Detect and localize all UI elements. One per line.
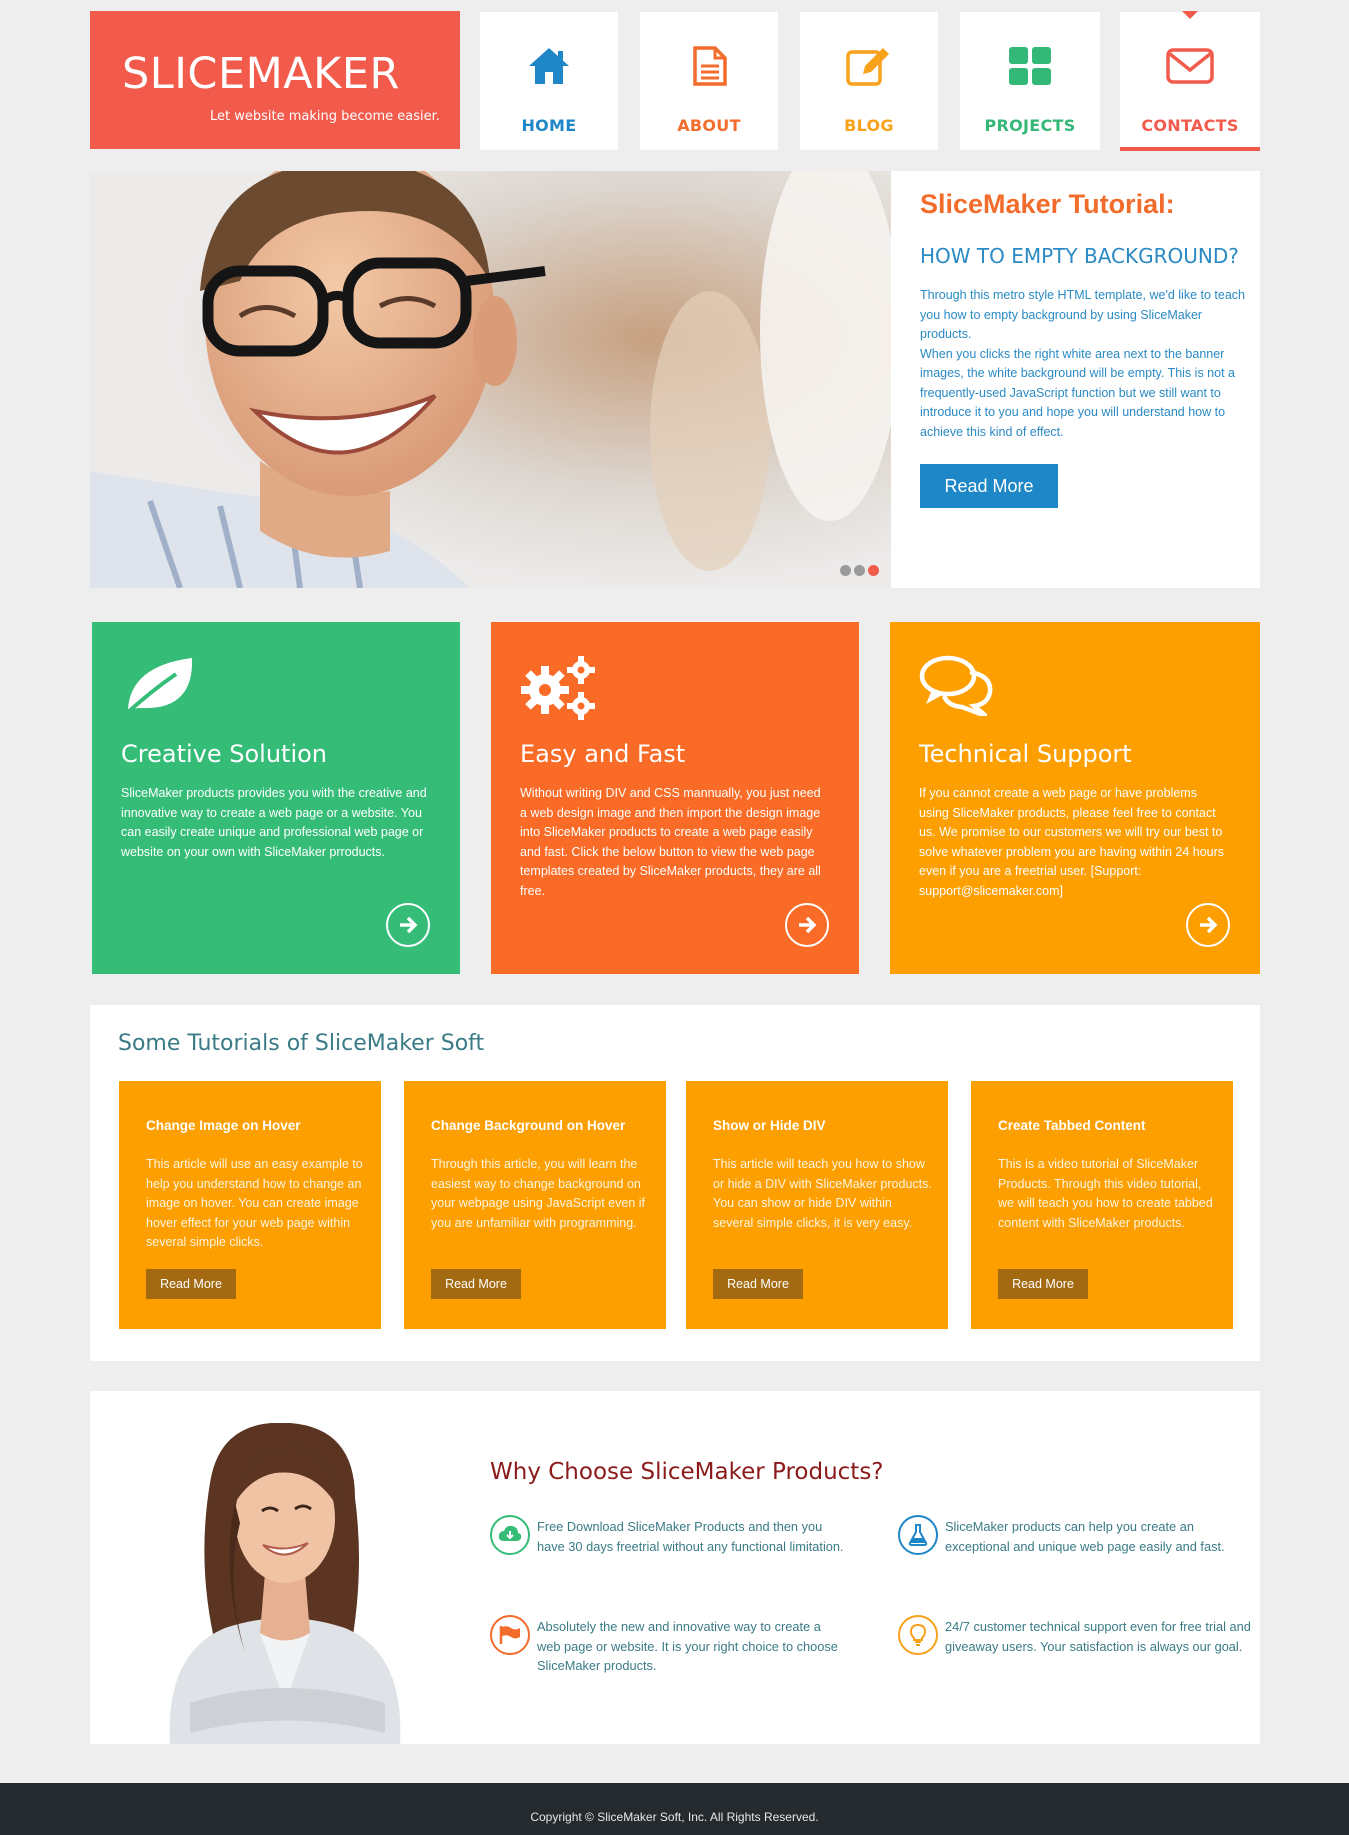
nav-projects[interactable]: PROJECTS — [960, 12, 1100, 150]
feature-title: Creative Solution — [121, 740, 328, 768]
banner-body: Through this metro style HTML template, … — [920, 288, 1245, 439]
flag-icon — [490, 1615, 530, 1655]
banner-text-panel[interactable]: SliceMaker Tutorial: HOW TO EMPTY BACKGR… — [891, 171, 1260, 588]
banner-man-illustration — [90, 171, 891, 588]
logo-title: SLICEMAKER — [122, 49, 400, 99]
document-icon — [640, 46, 778, 86]
feature-title: Technical Support — [919, 740, 1132, 768]
slide-dot-active[interactable] — [868, 565, 879, 576]
slide-dot[interactable] — [854, 565, 865, 576]
why-heading: Why Choose SliceMaker Products? — [490, 1459, 884, 1485]
tutorial-title: Show or Hide DIV — [713, 1118, 826, 1133]
footer: Copyright © SliceMaker Soft, Inc. All Ri… — [0, 1783, 1349, 1835]
tutorial-body: This article will use an easy example to… — [146, 1157, 363, 1250]
leaf-icon — [120, 652, 200, 722]
tutorial-title: Change Background on Hover — [431, 1118, 626, 1133]
gears-icon — [519, 652, 599, 722]
why-item-text: Absolutely the new and innovative way to… — [537, 1619, 838, 1673]
tutorials-heading: Some Tutorials of SliceMaker Soft — [118, 1031, 485, 1056]
nav-about-label: ABOUT — [677, 116, 741, 135]
cloud-download-icon — [490, 1515, 530, 1555]
tutorial-read-more-button[interactable]: Read More — [431, 1269, 521, 1299]
tutorial-read-more-button[interactable]: Read More — [146, 1269, 236, 1299]
logo-tagline: Let website making become easier. — [210, 109, 440, 124]
tutorial-body: Through this article, you will learn the… — [431, 1157, 646, 1230]
slide-indicators — [840, 565, 879, 576]
nav-about[interactable]: ABOUT — [640, 12, 778, 150]
arrow-right-icon[interactable] — [386, 903, 430, 947]
mail-icon — [1120, 46, 1260, 86]
why-choose-section: Why Choose SliceMaker Products? Free Dow… — [90, 1391, 1260, 1744]
feature-title: Easy and Fast — [520, 740, 686, 768]
chat-icon — [918, 652, 998, 722]
nav-projects-label: PROJECTS — [984, 116, 1076, 135]
slide-dot[interactable] — [840, 565, 851, 576]
banner-title: SliceMaker Tutorial: — [920, 189, 1175, 219]
why-item-text: Free Download SliceMaker Products and th… — [537, 1519, 844, 1554]
tutorial-body: This article will teach you how to show … — [713, 1157, 932, 1230]
home-icon — [480, 46, 618, 86]
feature-body: If you cannot create a web page or have … — [919, 786, 1225, 898]
nav-home-label: HOME — [521, 116, 577, 135]
banner-subtitle: HOW TO EMPTY BACKGROUND? — [920, 244, 1239, 268]
tutorial-body: This is a video tutorial of SliceMaker P… — [998, 1157, 1213, 1230]
footer-copyright: Copyright © SliceMaker Soft, Inc. All Ri… — [530, 1810, 819, 1824]
tutorial-card: Change Background on Hover Through this … — [404, 1081, 666, 1329]
tutorial-title: Create Tabbed Content — [998, 1118, 1146, 1133]
tutorial-read-more-button[interactable]: Read More — [713, 1269, 803, 1299]
feature-easy-and-fast: Easy and Fast Without writing DIV and CS… — [491, 622, 859, 974]
banner-image — [90, 171, 891, 588]
tutorials-section: Some Tutorials of SliceMaker Soft Change… — [90, 1005, 1260, 1361]
lightbulb-icon — [898, 1615, 938, 1655]
nav-blog[interactable]: BLOG — [800, 12, 938, 150]
active-indicator — [1182, 11, 1198, 19]
flask-icon — [898, 1515, 938, 1555]
feature-technical-support: Technical Support If you cannot create a… — [890, 622, 1260, 974]
nav-blog-label: BLOG — [844, 116, 894, 135]
tutorial-card: Show or Hide DIV This article will teach… — [686, 1081, 948, 1329]
tutorial-card: Create Tabbed Content This is a video tu… — [971, 1081, 1233, 1329]
woman-photo — [169, 1423, 401, 1744]
banner-read-more-button[interactable]: Read More — [920, 464, 1058, 508]
why-item-text: SliceMaker products can help you create … — [945, 1519, 1225, 1554]
feature-creative-solution: Creative Solution SliceMaker products pr… — [92, 622, 460, 974]
tutorial-title: Change Image on Hover — [146, 1118, 301, 1133]
why-item-text: 24/7 customer technical support even for… — [945, 1619, 1251, 1654]
logo[interactable]: SLICEMAKER Let website making become eas… — [90, 11, 460, 149]
feature-body: Without writing DIV and CSS mannually, y… — [520, 786, 821, 898]
arrow-right-icon[interactable] — [1186, 903, 1230, 947]
tutorial-card: Change Image on Hover This article will … — [119, 1081, 381, 1329]
edit-icon — [800, 46, 938, 86]
nav-contacts-label: CONTACTS — [1141, 116, 1239, 135]
grid-icon — [960, 46, 1100, 86]
tutorial-read-more-button[interactable]: Read More — [998, 1269, 1088, 1299]
nav-home[interactable]: HOME — [480, 12, 618, 150]
arrow-right-icon[interactable] — [785, 903, 829, 947]
nav-contacts[interactable]: CONTACTS — [1120, 11, 1260, 151]
feature-body: SliceMaker products provides you with th… — [121, 786, 427, 859]
